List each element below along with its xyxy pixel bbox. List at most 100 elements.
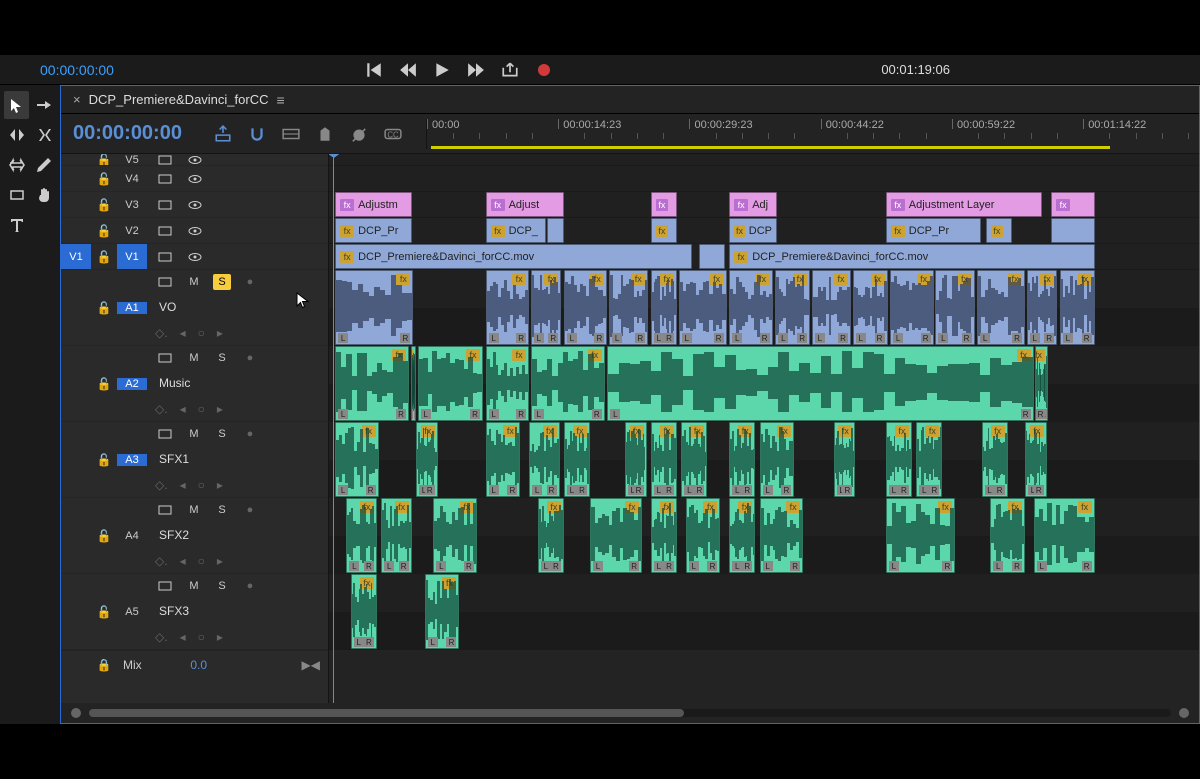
play-button[interactable] xyxy=(433,61,451,79)
clip[interactable]: fx xyxy=(986,218,1012,243)
add-keyframe-button[interactable]: ○ xyxy=(198,630,205,644)
prev-keyframe-button[interactable]: ◂ xyxy=(180,554,186,568)
lock-icon[interactable]: 🔓 xyxy=(91,301,117,315)
clip[interactable]: fxAdjustm xyxy=(335,192,412,217)
clip[interactable]: fxLR xyxy=(486,346,530,421)
clip[interactable]: fxLR xyxy=(1035,346,1048,421)
next-keyframe-button[interactable]: ▸ xyxy=(217,630,223,644)
markers-toggle[interactable] xyxy=(316,125,334,143)
toggle-output-icon[interactable] xyxy=(185,171,205,187)
clip[interactable]: fxLR xyxy=(651,422,677,497)
selection-tool[interactable] xyxy=(4,91,29,119)
lock-icon[interactable]: 🔓 xyxy=(91,605,117,619)
prev-keyframe-button[interactable]: ◂ xyxy=(180,630,186,644)
lock-icon[interactable]: 🔓 xyxy=(91,166,117,191)
clip[interactable]: fxLR xyxy=(416,422,438,497)
track-name-label[interactable]: SFX1 xyxy=(155,452,189,466)
snap-toggle[interactable] xyxy=(248,125,266,143)
zoom-in-handle[interactable] xyxy=(1179,708,1189,718)
keyframe-mode-icon[interactable]: ◇. xyxy=(155,326,168,340)
linked-selection-toggle[interactable] xyxy=(282,125,300,143)
lane-V1[interactable]: fxDCP_Premiere&Davinci_forCC.movfxDCP_Pr… xyxy=(329,244,1199,270)
timeline-lanes[interactable]: fxAdjustmfxAdjustfxfxAdjfxAdjustment Lay… xyxy=(329,154,1199,703)
lock-icon[interactable]: 🔓 xyxy=(91,244,117,269)
hand-tool[interactable] xyxy=(31,181,56,209)
add-keyframe-button[interactable]: ○ xyxy=(198,326,205,340)
clip[interactable]: fxLR xyxy=(433,498,477,573)
clip[interactable]: fxDCP xyxy=(729,218,777,243)
prev-keyframe-button[interactable]: ◂ xyxy=(180,326,186,340)
clip[interactable]: fxLR xyxy=(775,270,810,345)
clip[interactable]: fxLR xyxy=(729,422,755,497)
lane-A1[interactable]: fxLRfxLRfxLRfxLRfxLRfxLRfxLRfxLRfxLRfxLR… xyxy=(329,270,1199,346)
lock-icon[interactable]: 🔓 xyxy=(91,192,117,217)
lock-icon[interactable]: 🔓 xyxy=(91,218,117,243)
source-patch-V5[interactable] xyxy=(61,154,91,165)
sync-lock-icon[interactable] xyxy=(155,350,175,366)
lane-V5[interactable] xyxy=(329,154,1199,166)
lane-A5[interactable]: fxLRfxLR xyxy=(329,574,1199,650)
sync-lock-icon[interactable] xyxy=(155,197,175,213)
clip[interactable]: fx xyxy=(1051,192,1095,217)
track-target-V3[interactable]: V3 xyxy=(117,192,147,217)
source-patch-V2[interactable] xyxy=(61,218,91,243)
track-target-V1[interactable]: V1 xyxy=(117,244,147,269)
sync-lock-icon[interactable] xyxy=(155,274,175,290)
panel-menu-button[interactable]: ≡ xyxy=(276,92,284,108)
clip[interactable]: fxLR xyxy=(681,422,707,497)
clip[interactable]: fxLR xyxy=(853,270,888,345)
settings-toggle[interactable] xyxy=(350,125,368,143)
clip[interactable]: fxLR xyxy=(679,270,727,345)
clip[interactable]: fxLR xyxy=(977,270,1025,345)
mute-button[interactable]: M xyxy=(185,426,203,442)
clip[interactable]: fxLR xyxy=(351,574,377,649)
track-target-A3[interactable]: A3 xyxy=(117,454,147,466)
clip[interactable]: fxLR xyxy=(890,270,934,345)
clip[interactable]: fxLR xyxy=(486,270,530,345)
clip[interactable]: fxLR xyxy=(1027,270,1057,345)
next-keyframe-button[interactable]: ▸ xyxy=(217,554,223,568)
clip[interactable]: fxLR xyxy=(531,270,561,345)
lane-A3[interactable]: fxLRfxLRfxLRfxLRfxLRfxLRfxLRfxLRfxLRfxLR… xyxy=(329,422,1199,498)
close-tab-button[interactable]: × xyxy=(73,92,81,107)
clip[interactable]: fxLR xyxy=(335,422,379,497)
sync-lock-icon[interactable] xyxy=(155,223,175,239)
prev-keyframe-button[interactable]: ◂ xyxy=(180,478,186,492)
sync-lock-icon[interactable] xyxy=(155,249,175,265)
clip[interactable]: fxAdj xyxy=(729,192,777,217)
ripple-edit-tool[interactable] xyxy=(4,121,29,149)
toggle-output-icon[interactable] xyxy=(185,223,205,239)
lock-icon[interactable]: 🔒 xyxy=(91,651,117,678)
voiceover-record-icon[interactable]: ● xyxy=(241,502,259,518)
keyframe-mode-icon[interactable]: ◇. xyxy=(155,402,168,416)
track-target-V4[interactable]: V4 xyxy=(117,166,147,191)
clip[interactable]: fxLR xyxy=(1025,422,1047,497)
lock-icon[interactable]: 🔓 xyxy=(91,154,117,165)
clip[interactable]: fx xyxy=(651,192,677,217)
source-patch-V3[interactable] xyxy=(61,192,91,217)
rectangle-tool[interactable] xyxy=(4,181,29,209)
solo-button[interactable]: S xyxy=(213,578,231,594)
step-forward-button[interactable] xyxy=(467,61,485,79)
sequence-tab-name[interactable]: DCP_Premiere&Davinci_forCC xyxy=(89,92,269,107)
clip[interactable] xyxy=(699,244,725,269)
time-ruler[interactable]: 00:0000:00:14:2300:00:29:2300:00:44:2200… xyxy=(426,119,1199,149)
clip[interactable]: fxLR xyxy=(760,422,795,497)
clip[interactable]: fxLR xyxy=(834,422,856,497)
clip[interactable]: fxLR xyxy=(625,422,647,497)
horizontal-scrollbar[interactable] xyxy=(61,703,1199,723)
automation-mode-icon[interactable]: ▶◀ xyxy=(302,658,320,672)
voiceover-record-icon[interactable]: ● xyxy=(241,426,259,442)
pen-tool[interactable] xyxy=(31,151,56,179)
mute-button[interactable]: M xyxy=(185,502,203,518)
clip[interactable]: fxLR xyxy=(346,498,376,573)
mute-button[interactable]: M xyxy=(185,274,203,290)
track-name-label[interactable]: VO xyxy=(155,300,176,314)
voiceover-record-icon[interactable]: ● xyxy=(241,350,259,366)
voiceover-record-icon[interactable]: ● xyxy=(241,578,259,594)
lane-V4[interactable] xyxy=(329,166,1199,192)
clip[interactable]: fxLR xyxy=(990,498,1025,573)
clip[interactable]: fxLR xyxy=(1034,498,1095,573)
clip[interactable]: fxLR xyxy=(381,498,411,573)
clip[interactable]: fxLR xyxy=(935,270,974,345)
